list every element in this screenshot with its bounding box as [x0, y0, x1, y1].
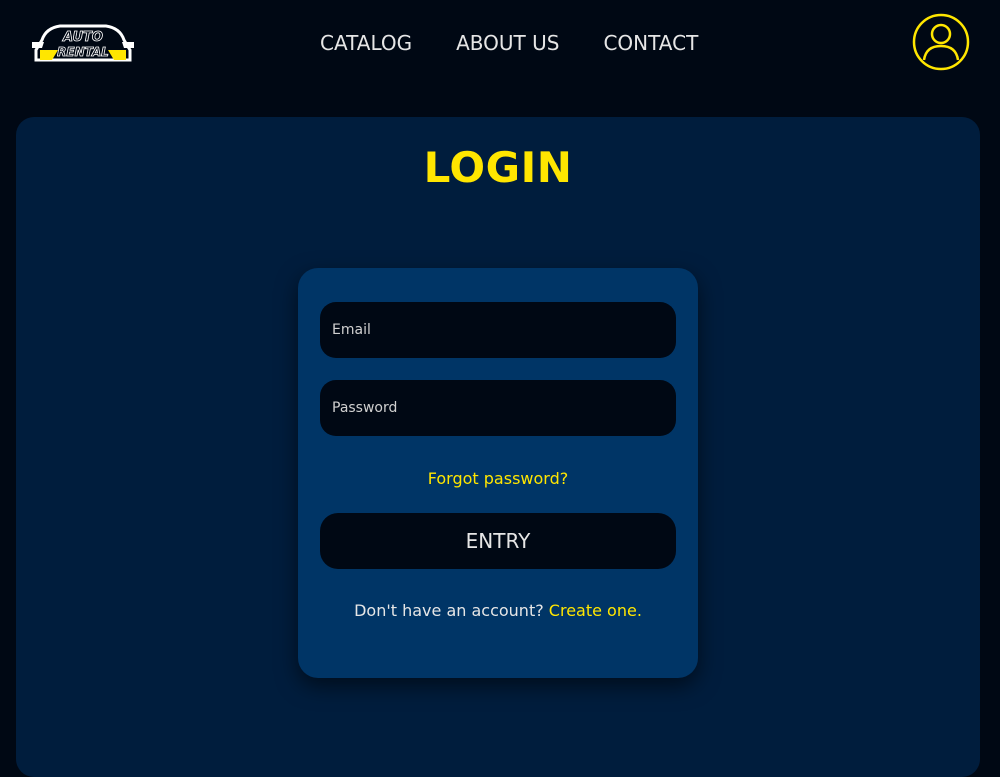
login-form: Forgot password? ENTRY Don't have an acc… [298, 268, 698, 678]
nav-link-about-us[interactable]: ABOUT US [456, 31, 559, 55]
create-account-link[interactable]: Create one. [549, 601, 642, 620]
forgot-password-link[interactable]: Forgot password? [298, 469, 698, 488]
entry-button[interactable]: ENTRY [320, 513, 676, 569]
password-input[interactable] [320, 380, 676, 436]
email-input[interactable] [320, 302, 676, 358]
site-header: AUTO RENTAL CATALOG ABOUT US CONTACT [0, 0, 1000, 90]
svg-text:RENTAL: RENTAL [57, 45, 109, 59]
user-circle-icon [912, 13, 970, 71]
svg-text:AUTO: AUTO [62, 30, 103, 45]
login-panel: LOGIN Forgot password? ENTRY Don't have … [16, 117, 980, 777]
auto-rental-logo[interactable]: AUTO RENTAL [30, 20, 136, 68]
page-title: LOGIN [423, 143, 573, 192]
nav-link-contact[interactable]: CONTACT [603, 31, 698, 55]
car-logo-icon: AUTO RENTAL [32, 24, 134, 62]
signup-prompt-text: Don't have an account? [354, 601, 549, 620]
signup-prompt: Don't have an account? Create one. [298, 601, 698, 620]
main-nav: CATALOG ABOUT US CONTACT [320, 31, 698, 55]
profile-button[interactable] [912, 13, 970, 71]
nav-link-catalog[interactable]: CATALOG [320, 31, 412, 55]
